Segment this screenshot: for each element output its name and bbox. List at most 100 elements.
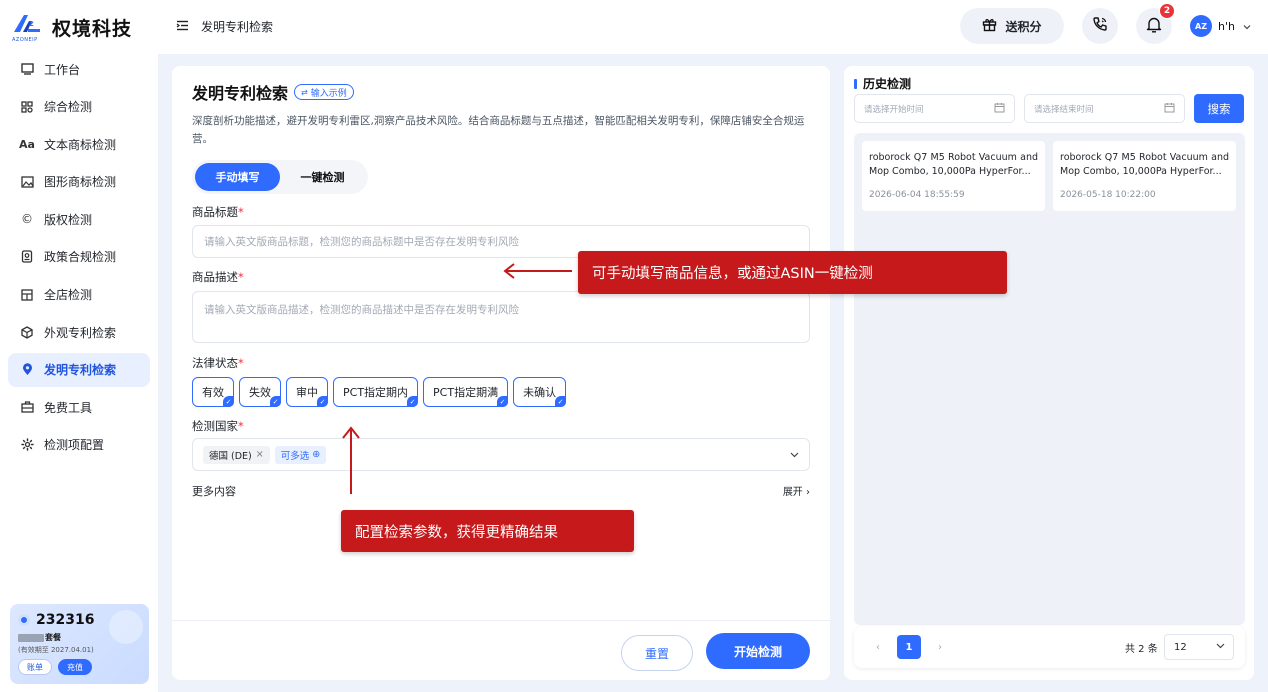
legal-label-text: 法律状态: [192, 356, 238, 370]
start-search-button[interactable]: 开始检测: [706, 633, 810, 669]
country-select[interactable]: 德国 (DE) × 可多选 ⊕: [192, 438, 810, 471]
history-search-button[interactable]: 搜索: [1194, 94, 1244, 123]
title-accent-bar: [854, 78, 857, 89]
annotation-callout-2: 配置检索参数，获得更精确结果: [341, 510, 634, 552]
card-decoration: [109, 610, 143, 644]
multi-select-tag[interactable]: 可多选 ⊕: [274, 445, 327, 464]
sidebar-item-label: 外观专利检索: [44, 325, 117, 340]
account-plan-label: 套餐: [45, 633, 61, 642]
sidebar-item-comprehensive[interactable]: 综合检测: [8, 90, 150, 124]
chip-label: 未确认: [523, 386, 557, 399]
sidebar-item-label: 检测项配置: [44, 438, 105, 453]
phone-icon: [1092, 16, 1108, 36]
form-title: 发明专利检索: [192, 84, 289, 103]
reset-button[interactable]: 重置: [621, 635, 693, 671]
phone-button[interactable]: [1082, 8, 1118, 44]
brand-logo[interactable]: z AZONEIP 权境科技: [12, 10, 132, 44]
sidebar-item-config[interactable]: 检测项配置: [8, 428, 150, 462]
top-header: 发明专利检索 送积分 2 AZ h'h: [158, 0, 1268, 54]
legal-status-chip[interactable]: PCT指定期满 ✓: [423, 377, 509, 407]
history-card[interactable]: roborock Q7 M5 Robot Vacuum and Mop Comb…: [862, 141, 1045, 211]
svg-text:z: z: [29, 19, 34, 28]
sidebar-item-text-trademark[interactable]: Aa 文本商标检测: [8, 127, 150, 161]
chip-label: PCT指定期满: [433, 386, 499, 399]
points-label: 送积分: [1005, 19, 1042, 34]
sidebar-item-free-tools[interactable]: 免费工具: [8, 390, 150, 424]
sidebar-item-label: 工作台: [44, 62, 81, 77]
sidebar-nav: 工作台 综合检测 Aa 文本商标检测 图形商标检测 © 版权检测 政策合规检测 …: [8, 52, 150, 466]
user-menu[interactable]: AZ h'h: [1190, 15, 1251, 37]
sidebar-item-image-trademark[interactable]: 图形商标检测: [8, 165, 150, 199]
legal-status-chip[interactable]: PCT指定期内 ✓: [333, 377, 419, 407]
chip-label: 有效: [202, 386, 224, 399]
example-button[interactable]: ⇄ 输入示例: [294, 84, 354, 100]
redacted-block: [18, 633, 44, 642]
chevron-down-icon: [790, 448, 799, 461]
check-icon: ✓: [223, 396, 234, 407]
logo-mark-icon: z AZONEIP: [12, 12, 46, 43]
chevron-down-icon: [1216, 641, 1225, 652]
product-description-input[interactable]: 请输入英文版商品描述，检测您的商品描述中是否存在发明专利风险: [192, 291, 810, 343]
sidebar-item-label: 版权检测: [44, 212, 93, 227]
start-date-placeholder: 请选择开始时间: [864, 104, 924, 115]
sidebar-item-invention-patent[interactable]: 发明专利检索: [8, 352, 150, 387]
sidebar-item-workbench[interactable]: 工作台: [8, 52, 150, 86]
legal-status-chip[interactable]: 未确认 ✓: [513, 377, 567, 407]
brand-name: 权境科技: [52, 17, 133, 40]
history-list: roborock Q7 M5 Robot Vacuum and Mop Comb…: [854, 133, 1245, 625]
cube-icon: [20, 325, 34, 339]
check-icon: ✓: [317, 396, 328, 407]
required-mark: *: [238, 356, 244, 370]
end-date-placeholder: 请选择结束时间: [1034, 104, 1094, 115]
add-circle-icon: ⊕: [312, 449, 321, 460]
legal-status-chip[interactable]: 有效 ✓: [192, 377, 234, 407]
legal-status-chip[interactable]: 审中 ✓: [286, 377, 328, 407]
expand-button[interactable]: 展开 ›: [783, 483, 810, 499]
username: h'h: [1218, 19, 1235, 33]
calendar-icon: [994, 102, 1005, 116]
input-mode-tabs: 手动填写 一键检测: [192, 160, 368, 194]
total-count: 共 2 条: [1125, 644, 1158, 655]
account-actions: 账单 充值: [18, 659, 141, 675]
notification-button[interactable]: 2: [1136, 3, 1175, 44]
chevron-right-icon[interactable]: ›: [928, 637, 952, 657]
chevron-left-icon[interactable]: ‹: [866, 637, 890, 657]
sidebar: z AZONEIP 权境科技 工作台 综合检测 Aa 文本商标检测 图形商标检测…: [0, 0, 158, 692]
page-number[interactable]: 1: [897, 635, 921, 659]
coin-icon: [18, 614, 30, 626]
close-icon[interactable]: ×: [256, 449, 264, 460]
recharge-button[interactable]: 充值: [58, 659, 92, 675]
history-title-row: 历史检测: [854, 75, 911, 92]
example-icon: ⇄: [301, 87, 308, 97]
history-card[interactable]: roborock Q7 M5 Robot Vacuum and Mop Comb…: [1053, 141, 1236, 211]
sidebar-item-copyright[interactable]: © 版权检测: [8, 202, 150, 236]
points-button[interactable]: 送积分: [960, 8, 1064, 44]
sidebar-item-label: 全店检测: [44, 288, 93, 303]
tab-one-click[interactable]: 一键检测: [280, 163, 365, 191]
policy-icon: [20, 250, 34, 264]
account-id-value: 232316: [36, 612, 95, 628]
annotation-arrow-up: [342, 426, 360, 494]
start-date-input[interactable]: 请选择开始时间: [854, 94, 1015, 123]
bell-icon: [1146, 16, 1162, 37]
sidebar-item-store[interactable]: 全店检测: [8, 278, 150, 312]
sidebar-item-label: 发明专利检索: [44, 363, 117, 378]
end-date-input[interactable]: 请选择结束时间: [1024, 94, 1185, 123]
pin-icon: [20, 363, 34, 377]
image-icon: [20, 175, 34, 189]
calendar-icon: [1164, 102, 1175, 116]
sidebar-item-design-patent[interactable]: 外观专利检索: [8, 315, 150, 349]
desc-label-text: 商品描述: [192, 270, 238, 284]
gift-icon: [982, 17, 997, 36]
sidebar-item-policy[interactable]: 政策合规检测: [8, 240, 150, 274]
multi-select-label: 可多选: [280, 450, 310, 462]
legal-status-chip[interactable]: 失效 ✓: [239, 377, 281, 407]
store-icon: [20, 288, 34, 302]
example-label: 输入示例: [310, 88, 347, 99]
menu-toggle-icon[interactable]: [176, 19, 189, 35]
tab-manual[interactable]: 手动填写: [195, 163, 280, 191]
main-content: 发明专利检索 ⇄ 输入示例 深度剖析功能描述，避开发明专利雷区,洞察产品技术风险…: [158, 54, 1268, 692]
page-size-select[interactable]: 12: [1164, 634, 1234, 660]
required-mark: *: [238, 270, 244, 284]
bill-button[interactable]: 账单: [18, 659, 52, 675]
